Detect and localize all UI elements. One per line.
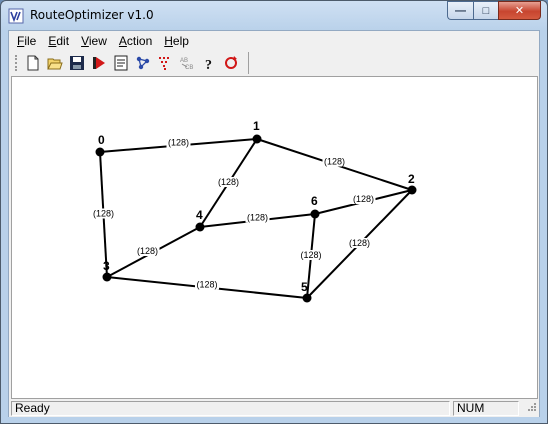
edge-weight-label: (128) xyxy=(324,157,345,167)
minimize-button[interactable]: — xyxy=(447,1,473,20)
graph-canvas[interactable]: (128) (128) (128) (128) (128) (128) (128) (128)… xyxy=(11,76,538,399)
save-button[interactable] xyxy=(66,52,88,74)
node-3[interactable] xyxy=(102,272,112,282)
node-label-6: 6 xyxy=(311,194,318,208)
edge-weight-label: (128) xyxy=(300,250,321,260)
sort-button[interactable] xyxy=(154,52,176,74)
edge-weight-label: (128) xyxy=(247,213,268,223)
properties-button[interactable] xyxy=(110,52,132,74)
route-graph[interactable]: (128) (128) (128) (128) (128) (128) (128) (128)… xyxy=(12,77,537,398)
close-button[interactable]: ✕ xyxy=(498,1,541,20)
svg-text:CB: CB xyxy=(185,65,193,71)
graph-button[interactable] xyxy=(132,52,154,74)
menu-bar: File Edit View Action Help xyxy=(9,31,539,51)
node-5[interactable] xyxy=(302,293,312,303)
open-button[interactable] xyxy=(44,52,66,74)
graph-icon xyxy=(136,56,150,70)
new-button[interactable] xyxy=(22,52,44,74)
node-label-0: 0 xyxy=(98,133,105,147)
menu-view[interactable]: View xyxy=(75,34,113,48)
node-label-5: 5 xyxy=(301,280,308,294)
app-icon xyxy=(8,8,24,24)
route-icon: ABCB xyxy=(180,58,193,71)
node-6[interactable] xyxy=(310,209,320,219)
help-button[interactable]: ? xyxy=(198,52,220,74)
edge-weight-label: (128) xyxy=(137,246,158,256)
node-1[interactable] xyxy=(252,134,262,144)
sort-icon xyxy=(159,57,169,70)
edge-weight-label: (128) xyxy=(168,138,189,148)
node-4[interactable] xyxy=(195,222,205,232)
client-area: File Edit View Action Help AB CB ? (128)… xyxy=(8,30,540,417)
refresh-icon xyxy=(225,56,237,69)
menu-edit[interactable]: Edit xyxy=(42,34,75,48)
edge-weight-label: (128) xyxy=(353,194,374,204)
app-window: RouteOptimizer v1.0 — □ ✕ File Edit View… xyxy=(0,0,548,424)
window-title: RouteOptimizer v1.0 xyxy=(30,8,154,22)
status-num-indicator: NUM xyxy=(453,401,519,416)
save-icon xyxy=(70,56,84,70)
route-button[interactable]: AB CB xyxy=(176,52,198,74)
status-message: Ready xyxy=(11,401,450,416)
help-icon: ? xyxy=(205,58,212,71)
node-2[interactable] xyxy=(407,185,417,195)
svg-text:AB: AB xyxy=(180,58,188,64)
resize-grip-icon[interactable] xyxy=(521,401,537,416)
node-label-2: 2 xyxy=(408,172,415,186)
menu-help[interactable]: Help xyxy=(158,34,195,48)
edge-weight-label: (128) xyxy=(218,177,239,187)
menu-file[interactable]: File xyxy=(11,34,42,48)
run-button[interactable] xyxy=(88,52,110,74)
toolbar-grip-icon[interactable] xyxy=(15,55,20,71)
title-bar[interactable]: RouteOptimizer v1.0 — □ ✕ xyxy=(1,1,547,30)
status-bar: Ready NUM xyxy=(9,400,539,417)
edge-weight-label: (128) xyxy=(196,280,217,290)
node-label-1: 1 xyxy=(253,119,260,133)
refresh-button[interactable] xyxy=(220,52,242,74)
new-icon xyxy=(27,55,39,71)
svg-text:?: ? xyxy=(205,58,212,71)
menu-action[interactable]: Action xyxy=(113,34,158,48)
node-0[interactable] xyxy=(95,147,105,157)
toolbar: AB CB ? xyxy=(9,52,249,74)
open-icon xyxy=(47,58,63,70)
node-label-3: 3 xyxy=(103,259,110,273)
node-label-4: 4 xyxy=(196,208,203,222)
edge-weight-label: (128) xyxy=(349,238,370,248)
run-icon xyxy=(93,57,105,69)
maximize-button[interactable]: □ xyxy=(473,1,498,20)
edge-weight-label: (128) xyxy=(93,209,114,219)
properties-icon xyxy=(114,55,128,71)
